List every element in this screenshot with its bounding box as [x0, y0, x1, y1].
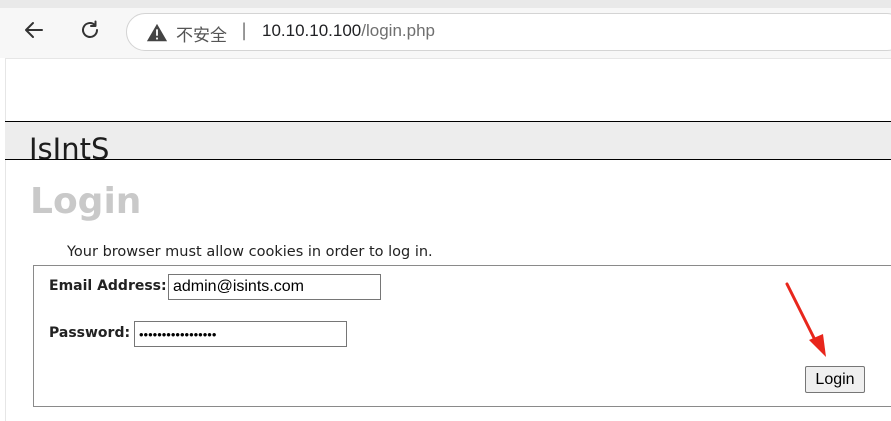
site-title: IsIntS: [29, 132, 110, 160]
url-path: /login.php: [361, 21, 435, 40]
security-status-label[interactable]: 不安全: [176, 21, 227, 46]
site-header: IsIntS: [5, 121, 891, 160]
password-field[interactable]: [134, 321, 347, 347]
email-label: Email Address:: [49, 278, 167, 294]
email-field[interactable]: [168, 274, 381, 300]
back-button[interactable]: [18, 14, 50, 46]
url-host: 10.10.10.100: [262, 21, 362, 40]
browser-tab-strip: [0, 0, 891, 8]
reload-icon: [82, 20, 98, 38]
reload-button[interactable]: [74, 14, 106, 46]
warning-icon[interactable]: [146, 22, 168, 44]
red-arrow-icon: [785, 282, 826, 357]
page-title: Login: [30, 181, 142, 222]
back-arrow-icon: [25, 22, 43, 38]
password-label: Password:: [49, 325, 131, 341]
login-button[interactable]: Login: [805, 366, 865, 393]
url-text[interactable]: 10.10.10.100/login.php: [262, 21, 435, 41]
address-separator: |: [241, 20, 248, 41]
cookie-notice: Your browser must allow cookies in order…: [67, 244, 433, 260]
